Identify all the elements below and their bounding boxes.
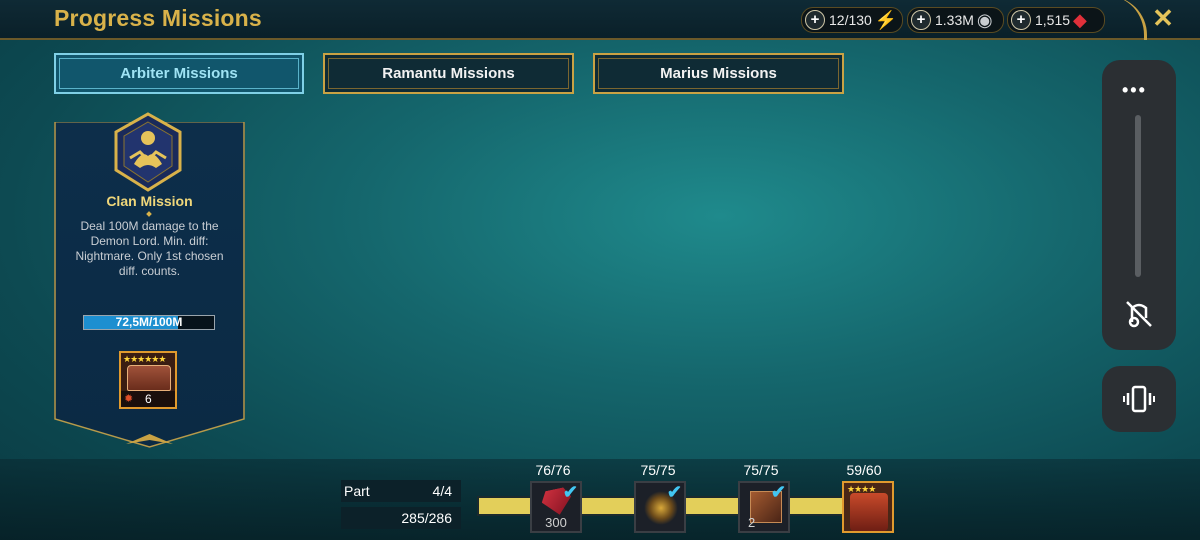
tab-ramantu-missions[interactable]: Ramantu Missions: [323, 53, 574, 94]
reward-footer: ✹ 6: [121, 391, 175, 407]
milestone-reward-weapon[interactable]: ✔: [634, 481, 686, 533]
close-button[interactable]: ✕: [1150, 4, 1176, 32]
tab-label: Marius Missions: [660, 65, 777, 82]
milestone-count-1: 76/76: [535, 462, 571, 478]
lightning-icon: ⚡: [874, 10, 898, 30]
corner-ornament: [1108, 0, 1147, 40]
faction-icon: ✹: [124, 393, 134, 405]
add-silver-button[interactable]: +: [911, 10, 931, 30]
silver-value: 1.33M: [935, 12, 974, 28]
chest-icon: [127, 365, 171, 391]
silver-coin-icon: ◉: [976, 10, 993, 30]
gems-resource[interactable]: + 1,515 ◆: [1007, 7, 1105, 33]
mission-description: Deal 100M damage to the Demon Lord. Min.…: [75, 219, 224, 278]
energy-value: 12/130: [829, 12, 872, 28]
tab-marius-missions[interactable]: Marius Missions: [593, 53, 844, 94]
tab-label: Ramantu Missions: [382, 65, 515, 82]
milestone-reward-tome[interactable]: ✔ 2: [738, 481, 790, 533]
mission-reward[interactable]: ★★★★★★ ✹ 6: [119, 351, 177, 409]
milestone-amount: 2: [748, 515, 756, 530]
champion-stars: ★★★★: [847, 484, 876, 494]
more-options-icon[interactable]: •••: [1122, 80, 1147, 101]
part-value: 4/4: [432, 483, 452, 499]
milestone-reward-champion[interactable]: ★★★★: [842, 481, 894, 533]
top-bar: Progress Missions + 12/130 ⚡ + 1.33M ◉ +…: [0, 0, 1200, 40]
mute-icon[interactable]: [1124, 298, 1154, 330]
energy-resource[interactable]: + 12/130 ⚡: [801, 7, 903, 33]
progress-text: 72,5M/100M: [115, 315, 183, 329]
page-title: Progress Missions: [54, 5, 262, 31]
points-value: 285/286: [401, 510, 452, 526]
milestone-reward-ruby[interactable]: ✔ 300: [530, 481, 582, 533]
mission-progress-bar: 72,5M/100M: [83, 315, 215, 330]
clan-handshake-icon: [114, 112, 182, 192]
tab-arbiter-missions[interactable]: Arbiter Missions: [54, 53, 304, 94]
tab-label: Arbiter Missions: [120, 65, 238, 82]
part-label: Part: [344, 483, 370, 499]
ruby-icon: ◆: [1073, 10, 1087, 30]
add-energy-button[interactable]: +: [805, 10, 825, 30]
gems-value: 1,515: [1035, 12, 1071, 28]
add-gems-button[interactable]: +: [1011, 10, 1031, 30]
milestone-amount: 300: [545, 515, 567, 530]
check-icon: ✔: [666, 482, 682, 502]
volume-slider[interactable]: [1135, 115, 1141, 277]
reward-count: 6: [145, 392, 152, 406]
milestone-count-4: 59/60: [846, 462, 882, 478]
check-icon: ✔: [770, 482, 786, 502]
vibrate-icon[interactable]: [1123, 384, 1155, 414]
mission-title: Clan Mission: [106, 193, 193, 209]
milestone-count-2: 75/75: [640, 462, 676, 478]
milestone-count-3: 75/75: [743, 462, 779, 478]
check-icon: ✔: [562, 482, 578, 502]
reward-stars: ★★★★★★: [123, 354, 166, 364]
champion-portrait-icon: [850, 493, 888, 531]
silver-resource[interactable]: + 1.33M ◉: [907, 7, 1004, 33]
